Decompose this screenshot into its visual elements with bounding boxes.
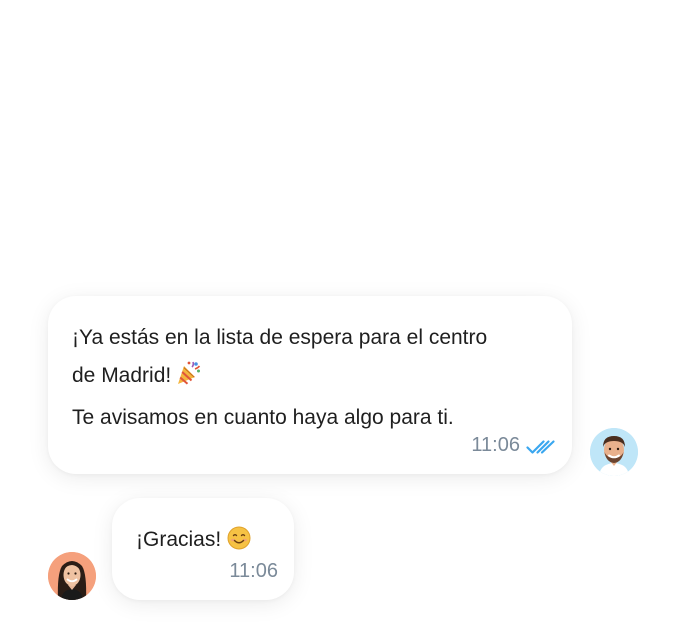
message-line-2-text: de Madrid!: [72, 364, 172, 387]
message-line-2: de Madrid!: [72, 357, 487, 399]
message-line-1: ¡Ya estás en la lista de espera para el …: [72, 326, 488, 349]
message-line-3: Te avisamos en cuanto haya algo para ti.: [72, 406, 454, 429]
incoming-message-text-label: ¡Gracias!: [136, 528, 222, 551]
outgoing-message-time: 11:06: [471, 434, 520, 456]
incoming-message-time: 11:06: [229, 560, 278, 582]
woman-avatar-icon[interactable]: [48, 552, 96, 600]
outgoing-message-text: ¡Ya estás en la lista de espera para el …: [72, 319, 487, 437]
smiling-face-icon: [227, 525, 251, 563]
incoming-message-text: ¡Gracias!: [136, 521, 251, 563]
man-avatar-icon[interactable]: [590, 428, 638, 476]
incoming-message-bubble[interactable]: ¡Gracias! 11:06: [112, 498, 294, 600]
double-check-icon: [526, 439, 556, 460]
party-popper-icon: [175, 360, 201, 399]
chat-thread: ¡Ya estás en la lista de espera para el …: [0, 0, 686, 640]
outgoing-message-bubble[interactable]: ¡Ya estás en la lista de espera para el …: [48, 296, 572, 474]
